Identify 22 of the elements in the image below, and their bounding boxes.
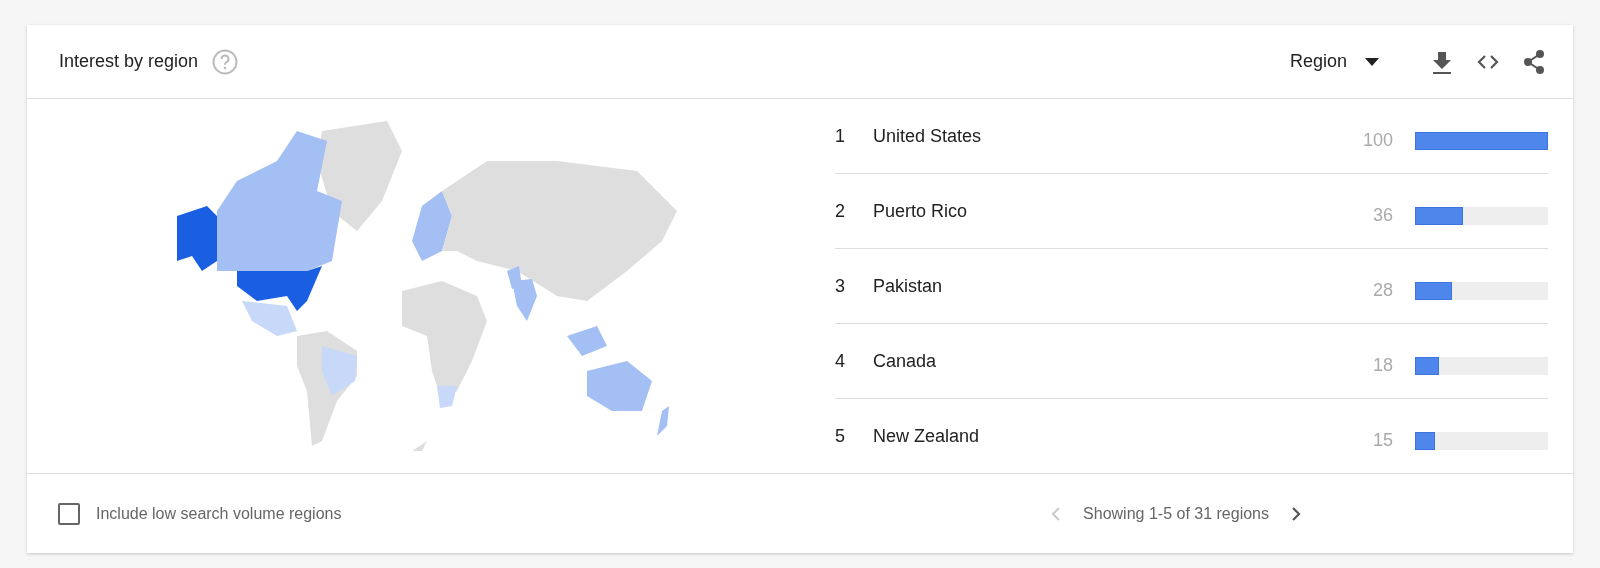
rank-number: 3 bbox=[835, 275, 846, 297]
interest-value: 28 bbox=[1371, 279, 1393, 301]
rank-number: 5 bbox=[835, 425, 846, 447]
caret-icon bbox=[1365, 57, 1379, 66]
interest-value: 100 bbox=[1361, 129, 1393, 151]
interest-value: 15 bbox=[1371, 429, 1393, 451]
rank-number: 4 bbox=[835, 350, 846, 372]
checkbox-label: Include low search volume regions bbox=[96, 504, 342, 523]
region-name[interactable]: Puerto Rico bbox=[873, 200, 1333, 222]
pagination-text: Showing 1-5 of 31 regions bbox=[1083, 504, 1269, 523]
region-name[interactable]: Pakistan bbox=[873, 275, 1333, 297]
checkbox[interactable] bbox=[58, 502, 80, 525]
region-dropdown[interactable]: Region bbox=[1289, 51, 1379, 72]
region-name[interactable]: Canada bbox=[873, 350, 1333, 372]
interest-value: 18 bbox=[1371, 354, 1393, 376]
interest-value: 36 bbox=[1371, 204, 1393, 226]
rank-number: 1 bbox=[835, 125, 846, 147]
card-title: Interest by region bbox=[59, 51, 199, 72]
rank-number: 2 bbox=[835, 200, 846, 222]
region-name[interactable]: New Zealand bbox=[873, 425, 1333, 447]
region-name[interactable]: United States bbox=[873, 125, 1333, 147]
share-icon[interactable] bbox=[1521, 48, 1547, 75]
